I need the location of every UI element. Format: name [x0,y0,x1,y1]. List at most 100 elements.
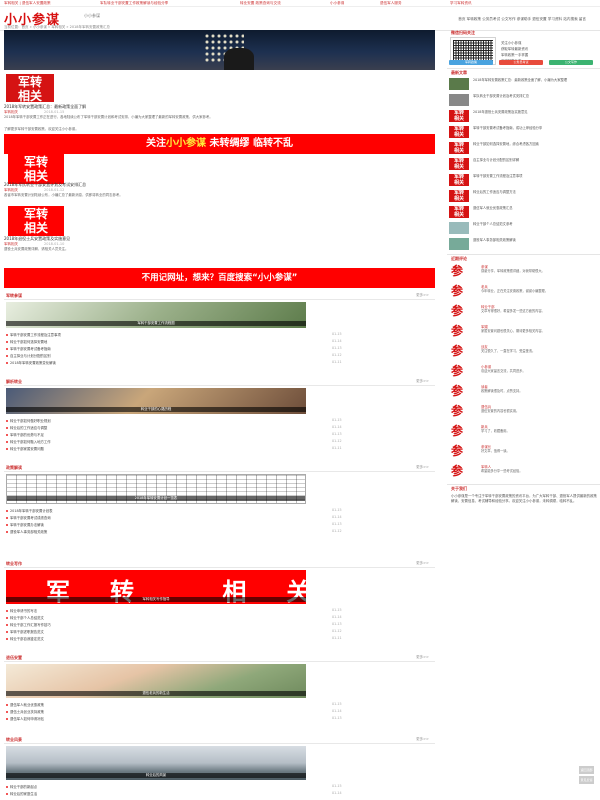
section-image-table[interactable]: 2018年军转安置计划一览表 [6,474,306,504]
qr-line: 关注小小参谋 [501,41,522,45]
post-thumb[interactable]: 军转 相关 [8,206,64,236]
more-link[interactable]: 更多>> [416,737,429,742]
top-link[interactable]: 小小参谋 [330,1,344,6]
feedback-button[interactable]: 意见反馈 [579,776,594,784]
latest-item[interactable]: 军队转业干部安置计划及考试安排汇总 [447,94,600,108]
list-item[interactable]: 转业干部个人总结范文 01-14 [6,615,430,622]
latest-item[interactable]: 军转 相关 2018年退役士兵安置政策及实施意见 [447,110,600,124]
top-link[interactable]: 转业安置 政策查询与交流 [240,1,281,6]
post-date: 2018-01-15 [44,110,65,114]
latest-item[interactable]: 军转 相关 军转干部安置考试备考指南，成功上岸经验分享 [447,126,600,140]
post-excerpt: 2018年军转干部安置工作正在进行，各地陆续公布了军转干部安置计划和考试安排，小… [4,115,213,119]
article-list: 军转干部安置工作流程及注意事项 01-15 转业干部如何选择安置地 01-14 军转… [6,332,430,367]
section-title[interactable]: 解析转业 [6,379,22,385]
list-item[interactable]: 退伍军人如何申请补贴 01-13 [6,716,430,723]
comment-item[interactable]: 参军嫂 家属安置问题也很关心，期待更多相关内容。 [447,324,600,342]
comment-item[interactable]: 参老兵 今年转业，正在关注安置政策，谢谢小编整理。 [447,284,600,302]
latest-item[interactable]: 军转 相关 退伍军人就业优惠政策汇总 [447,206,600,220]
comment-item[interactable]: 参小参谋 欢迎大家留言交流，共同进步。 [447,364,600,382]
section-header: 解析转业 更多>> [4,378,435,386]
post-date: 2018-01-10 [44,242,65,246]
more-link[interactable]: 更多>> [416,293,429,298]
section-title[interactable]: 转业写作 [6,561,22,567]
top-link[interactable]: 学习军转资讯 [450,1,472,6]
hero-banner-image[interactable] [4,30,435,70]
list-item[interactable]: 2018年军转安置政策变化解读 01-11 [6,360,430,367]
latest-item[interactable]: 退役军人事务部相关政策解读 [447,238,600,252]
post-thumb[interactable]: 军转 相关 [8,154,64,184]
comment-item[interactable]: 参新兵 学习了，收藏备用。 [447,424,600,442]
more-link[interactable]: 更多>> [416,561,429,566]
comment-item[interactable]: 参参谋 感谢分享，军转政策很详细，对我帮助很大。 [447,264,600,282]
comment-item[interactable]: 参战友 关注很久了，一直在学习，受益匪浅。 [447,344,600,362]
thumb-image [449,94,469,106]
image-caption: 2018年军转安置计划一览表 [7,496,305,501]
list-item[interactable]: 军转干部安置考试备考指南 01-13 [6,346,430,353]
section-title[interactable]: 退伍安置 [6,655,22,661]
comment-item[interactable]: 参读者 政策解读很及时，点赞支持。 [447,384,600,402]
list-item[interactable]: 军转干部的优势与不足 01-13 [6,432,430,439]
list-item[interactable]: 自主择业与计划分配的区别 01-12 [6,353,430,360]
latest-item[interactable]: 军转 相关 自主择业与计划分配的区别详解 [447,158,600,172]
list-item[interactable]: 军转干部安置办法解读 01-13 [6,522,430,529]
search-banner[interactable]: 不用记网址，想来？百度搜索“小小参谋” [4,268,435,288]
list-item[interactable]: 转业干部的新起点 01-15 [6,784,430,791]
comment-item[interactable]: 参军转人 希望能多分享一些考试经验。 [447,464,600,482]
section-image[interactable]: 转业干部的心路历程 [6,388,306,414]
list-item[interactable]: 转业干部工作汇报写作技巧 01-13 [6,622,430,629]
top-link[interactable]: 军转相关 | 退伍军人安置政策 [4,1,51,6]
list-item[interactable]: 军转干部安置考试成绩查询 01-14 [6,515,430,522]
comment-item[interactable]: 参转业干部 文章写得很好，希望多发一些这方面的内容。 [447,304,600,322]
latest-item[interactable]: 2018年军转安置政策汇总：最新政策全面了解，小编为大家整理 [447,78,600,92]
list-item[interactable]: 军转干部安置工作流程及注意事项 01-15 [6,332,430,339]
main-nav[interactable]: 首页 军转政策 公务员考试 公文写作 参谋助手 退伍安置 学习资料 站内搜索 留… [458,17,586,22]
thumb-image [449,238,469,250]
post-excerpt-2: 了解更多军转干部安置政策，欢迎关注小小参谋。 [4,127,79,131]
section-title[interactable]: 政策解读 [6,465,22,471]
follow-banner[interactable]: 关注小小参谋 未转绸缪 临转不乱 [4,134,435,154]
section-image[interactable]: 退伍老兵的新生活 [6,664,306,698]
section-title[interactable]: 转业风景 [6,737,22,743]
section-image[interactable]: 转业后的风景 [6,746,306,780]
top-link[interactable]: 军队转业干部安置工作政策解读与经验分享 [100,1,168,6]
list-item[interactable]: 转业后的家庭生活 01-14 [6,791,430,798]
list-item[interactable]: 转业申请书的写法 01-15 [6,608,430,615]
list-item[interactable]: 退役军人事务部相关政策 01-12 [6,529,430,536]
list-item[interactable]: 转业干部如何融入地方工作 01-12 [6,439,430,446]
more-link[interactable]: 更多>> [416,465,429,470]
sidebar-button[interactable]: 公务员考试 [499,60,543,65]
main-content: 军转 相关 2018年军转安置政策汇总：最新政策全面了解 军转相关 2018-0… [0,30,437,800]
stamp-logo[interactable]: 军转 相关 [6,74,54,103]
sidebar-button[interactable]: 军转政策 [449,60,493,65]
divider [447,254,600,255]
list-item[interactable]: 转业干部如何做好职业规划 01-15 [6,418,430,425]
section-title[interactable]: 军转参谋 [6,293,22,299]
list-item[interactable]: 退伍士兵创业扶持政策 01-14 [6,709,430,716]
list-item[interactable]: 退伍军人就业优惠政策 01-15 [6,702,430,709]
comment-item[interactable]: 参参谋长 好文章，值得一读。 [447,444,600,462]
avatar: 参 [450,324,463,338]
list-item[interactable]: 2018年军转干部安置计划表 01-15 [6,508,430,515]
thumb-image: 军转 相关 [449,126,469,138]
site-logo[interactable]: 小小参谋 [4,9,74,28]
latest-item[interactable]: 军转 相关 转业干部如何选择安置地，综合考虑各方因素 [447,142,600,156]
latest-item[interactable]: 军转 相关 转业后的工作适应与调整方法 [447,190,600,204]
list-item[interactable]: 转业干部家属安置问题 01-11 [6,446,430,453]
list-item[interactable]: 转业干部如何选择安置地 01-14 [6,339,430,346]
more-link[interactable]: 更多>> [416,655,429,660]
latest-item[interactable]: 军转 相关 军转干部安置工作流程及注意事项 [447,174,600,188]
comment-item[interactable]: 参退伍兵 退伍安置的内容也很实用。 [447,404,600,422]
list-item[interactable]: 转业后的工作适应与调整 01-14 [6,425,430,432]
back-to-top-button[interactable]: 返回顶部 [579,766,594,774]
sidebar-button[interactable]: 公文写作 [549,60,593,65]
section-header: 政策解读 更多>> [4,464,435,472]
list-item[interactable]: 军转干部述职报告范文 01-12 [6,629,430,636]
section-image[interactable]: 军转 相关 军转相关写作指导 [6,570,306,604]
top-link[interactable]: 退伍军人服务 [380,1,402,6]
more-link[interactable]: 更多>> [416,379,429,384]
banner-prefix: 关注 [146,138,167,149]
section-image[interactable]: 军转干部安置工作流程图 [6,302,306,328]
latest-item[interactable]: 转业干部个人总结范文参考 [447,222,600,236]
featured-post: 军转 相关 2018年军转安置政策汇总：最新政策全面了解 军转相关 2018-0… [4,72,435,122]
list-item[interactable]: 转业干部自我鉴定范文 01-11 [6,636,430,643]
